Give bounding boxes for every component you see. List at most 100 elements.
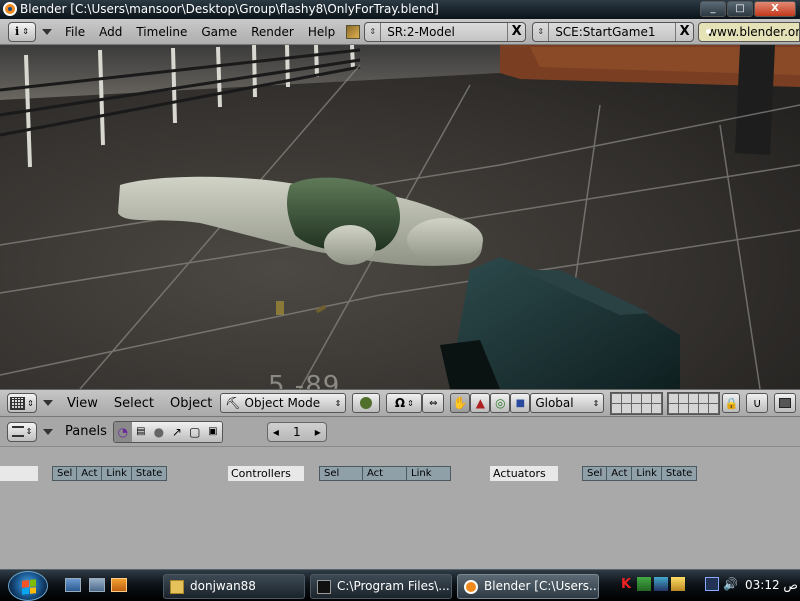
buttons-window-icon (11, 426, 24, 437)
menu-object[interactable]: Object (162, 396, 220, 411)
render-preview-button[interactable] (774, 393, 797, 413)
menu-game[interactable]: Game (194, 25, 244, 39)
increment-arrow-icon[interactable]: ▸ (315, 425, 321, 439)
logic-panel: Sel Act Link State Controllers Sel Act L… (0, 447, 800, 569)
taskbar-item-folder[interactable]: donjwan88 (163, 574, 305, 599)
script-context-button[interactable]: ▤ (131, 421, 150, 442)
delete-scene-button[interactable]: X (675, 22, 693, 41)
layer-buttons-2[interactable] (667, 391, 721, 415)
orientation-selector[interactable]: Global ⇕ (530, 393, 605, 413)
media-player-icon[interactable] (111, 578, 127, 592)
xfire-icon[interactable] (654, 577, 668, 591)
task-label: Blender [C:\Users... (484, 579, 599, 593)
game-scene-render (0, 45, 800, 389)
scene-name-field[interactable]: SCE:StartGame1 (549, 25, 675, 39)
editing-context-button[interactable]: ▢ (185, 421, 204, 442)
sensors-sel-toggle[interactable]: Sel (52, 466, 78, 481)
updown-arrow-icon: ⇕ (407, 398, 414, 408)
network-icon[interactable] (705, 577, 719, 591)
mode-label[interactable]: Object Mode (245, 396, 321, 410)
layer-buttons-1[interactable] (610, 391, 664, 415)
sensors-act-toggle[interactable]: Act (77, 466, 103, 481)
controllers-act-toggle[interactable]: Act (363, 466, 407, 481)
menu-select[interactable]: Select (106, 396, 162, 411)
clock-time: 03:12 (745, 578, 780, 592)
show-desktop-icon[interactable] (65, 578, 81, 592)
start-button[interactable] (8, 571, 48, 601)
translate-manipulator-toggle[interactable]: ▲ (470, 393, 491, 413)
editing-square-icon: ▢ (189, 424, 201, 439)
website-link[interactable]: www.blender.org (698, 21, 800, 42)
delete-screen-button[interactable]: X (507, 22, 525, 41)
volume-icon[interactable]: 🔊 (723, 577, 738, 591)
info-window-type-selector[interactable]: i ⇕ (8, 21, 36, 42)
draw-type-selector[interactable] (352, 393, 381, 413)
minimize-button[interactable]: _ (700, 1, 726, 17)
actuators-sel-toggle[interactable]: Sel (582, 466, 608, 481)
buttons-window-header: ⇕ Panels ◔ ▤ ● ↗ ▢ ▣ ◂ 1 ▸ (0, 417, 800, 447)
antivirus-k-icon[interactable]: K (621, 577, 635, 592)
object-mode-icon: ⛏ (225, 396, 241, 410)
menu-file[interactable]: File (58, 25, 92, 39)
clock[interactable]: 03:12 ص (745, 578, 798, 592)
website-url[interactable]: www.blender.org (707, 25, 799, 39)
logic-context-button[interactable]: ◔ (113, 421, 132, 442)
network-monitor-icon[interactable] (637, 577, 651, 591)
menu-timeline[interactable]: Timeline (129, 25, 194, 39)
menu-add[interactable]: Add (92, 25, 129, 39)
taskbar-item-console[interactable]: C:\Program Files\... (310, 574, 452, 599)
page-number-value[interactable]: 1 (293, 425, 301, 439)
transform-manipulator-toggle[interactable]: ✋ (450, 393, 471, 413)
pivot-selected-toggle[interactable]: ⇔ (422, 393, 445, 413)
context-buttons: ◔ ▤ ● ↗ ▢ ▣ (112, 420, 223, 443)
object-context-button[interactable]: ↗ (167, 421, 186, 442)
collapse-menu-triangle-icon[interactable] (42, 28, 52, 35)
switch-windows-icon[interactable] (89, 578, 105, 592)
decrement-arrow-icon[interactable]: ◂ (273, 425, 279, 439)
script-icon: ▤ (136, 426, 146, 437)
scale-manipulator-toggle[interactable]: ■ (510, 393, 531, 413)
controllers-filter-tabs: Sel Act Link (319, 466, 451, 481)
scene-context-button[interactable]: ▣ (203, 421, 222, 442)
controllers-link-toggle[interactable]: Link (407, 466, 451, 481)
screen-selector[interactable]: ⇕ SR:2-Model X (364, 21, 527, 42)
scene-selector[interactable]: ⇕ SCE:StartGame1 X (532, 21, 695, 42)
spin-arrows-icon[interactable]: ⇕ (365, 22, 382, 41)
folder-tray-icon[interactable] (671, 577, 685, 591)
rotate-icon: ◎ (495, 396, 506, 410)
lock-layers-button[interactable]: 🔒 (722, 393, 741, 413)
menu-help[interactable]: Help (301, 25, 342, 39)
menu-view[interactable]: View (59, 396, 106, 411)
rotate-manipulator-toggle[interactable]: ◎ (490, 393, 511, 413)
image-icon (779, 398, 792, 408)
collapse-header-triangle-icon[interactable] (43, 400, 53, 406)
actuators-state-toggle[interactable]: State (661, 466, 698, 481)
actuators-link-toggle[interactable]: Link (632, 466, 662, 481)
page-number-field[interactable]: ◂ 1 ▸ (266, 421, 327, 442)
orientation-label[interactable]: Global (535, 396, 573, 410)
sensors-link-toggle[interactable]: Link (102, 466, 132, 481)
task-label: donjwan88 (190, 579, 256, 593)
sensors-state-toggle[interactable]: State (131, 466, 168, 481)
buttons-editor-type-selector[interactable]: ⇕ (7, 421, 37, 442)
maximize-button[interactable]: □ (727, 1, 753, 17)
menu-render[interactable]: Render (244, 25, 301, 39)
close-button[interactable]: X (754, 1, 796, 17)
spin-arrows-icon[interactable]: ⇕ (533, 22, 550, 41)
screen-icon (346, 24, 361, 39)
actuators-act-toggle[interactable]: Act (607, 466, 633, 481)
controllers-sel-toggle[interactable]: Sel (319, 466, 363, 481)
pivot-selector[interactable]: Ω ⇕ (386, 393, 423, 413)
snap-toggle[interactable]: ∪ (746, 393, 769, 413)
blender-logo-icon (3, 2, 17, 16)
shading-context-button[interactable]: ● (149, 421, 168, 442)
screen-name-field[interactable]: SR:2-Model (381, 25, 507, 39)
pivot-align-icon: ⇔ (429, 397, 438, 409)
editor-type-selector[interactable]: ⇕ (7, 393, 37, 413)
magnet-icon: ∪ (752, 396, 762, 410)
folder-icon (170, 580, 184, 594)
3d-viewport[interactable]: 5 -89 (0, 45, 800, 389)
mode-selector[interactable]: ⛏ Object Mode ⇕ (220, 393, 347, 413)
collapse-header-triangle-icon[interactable] (43, 428, 53, 435)
taskbar-item-blender[interactable]: Blender [C:\Users... (457, 574, 599, 599)
